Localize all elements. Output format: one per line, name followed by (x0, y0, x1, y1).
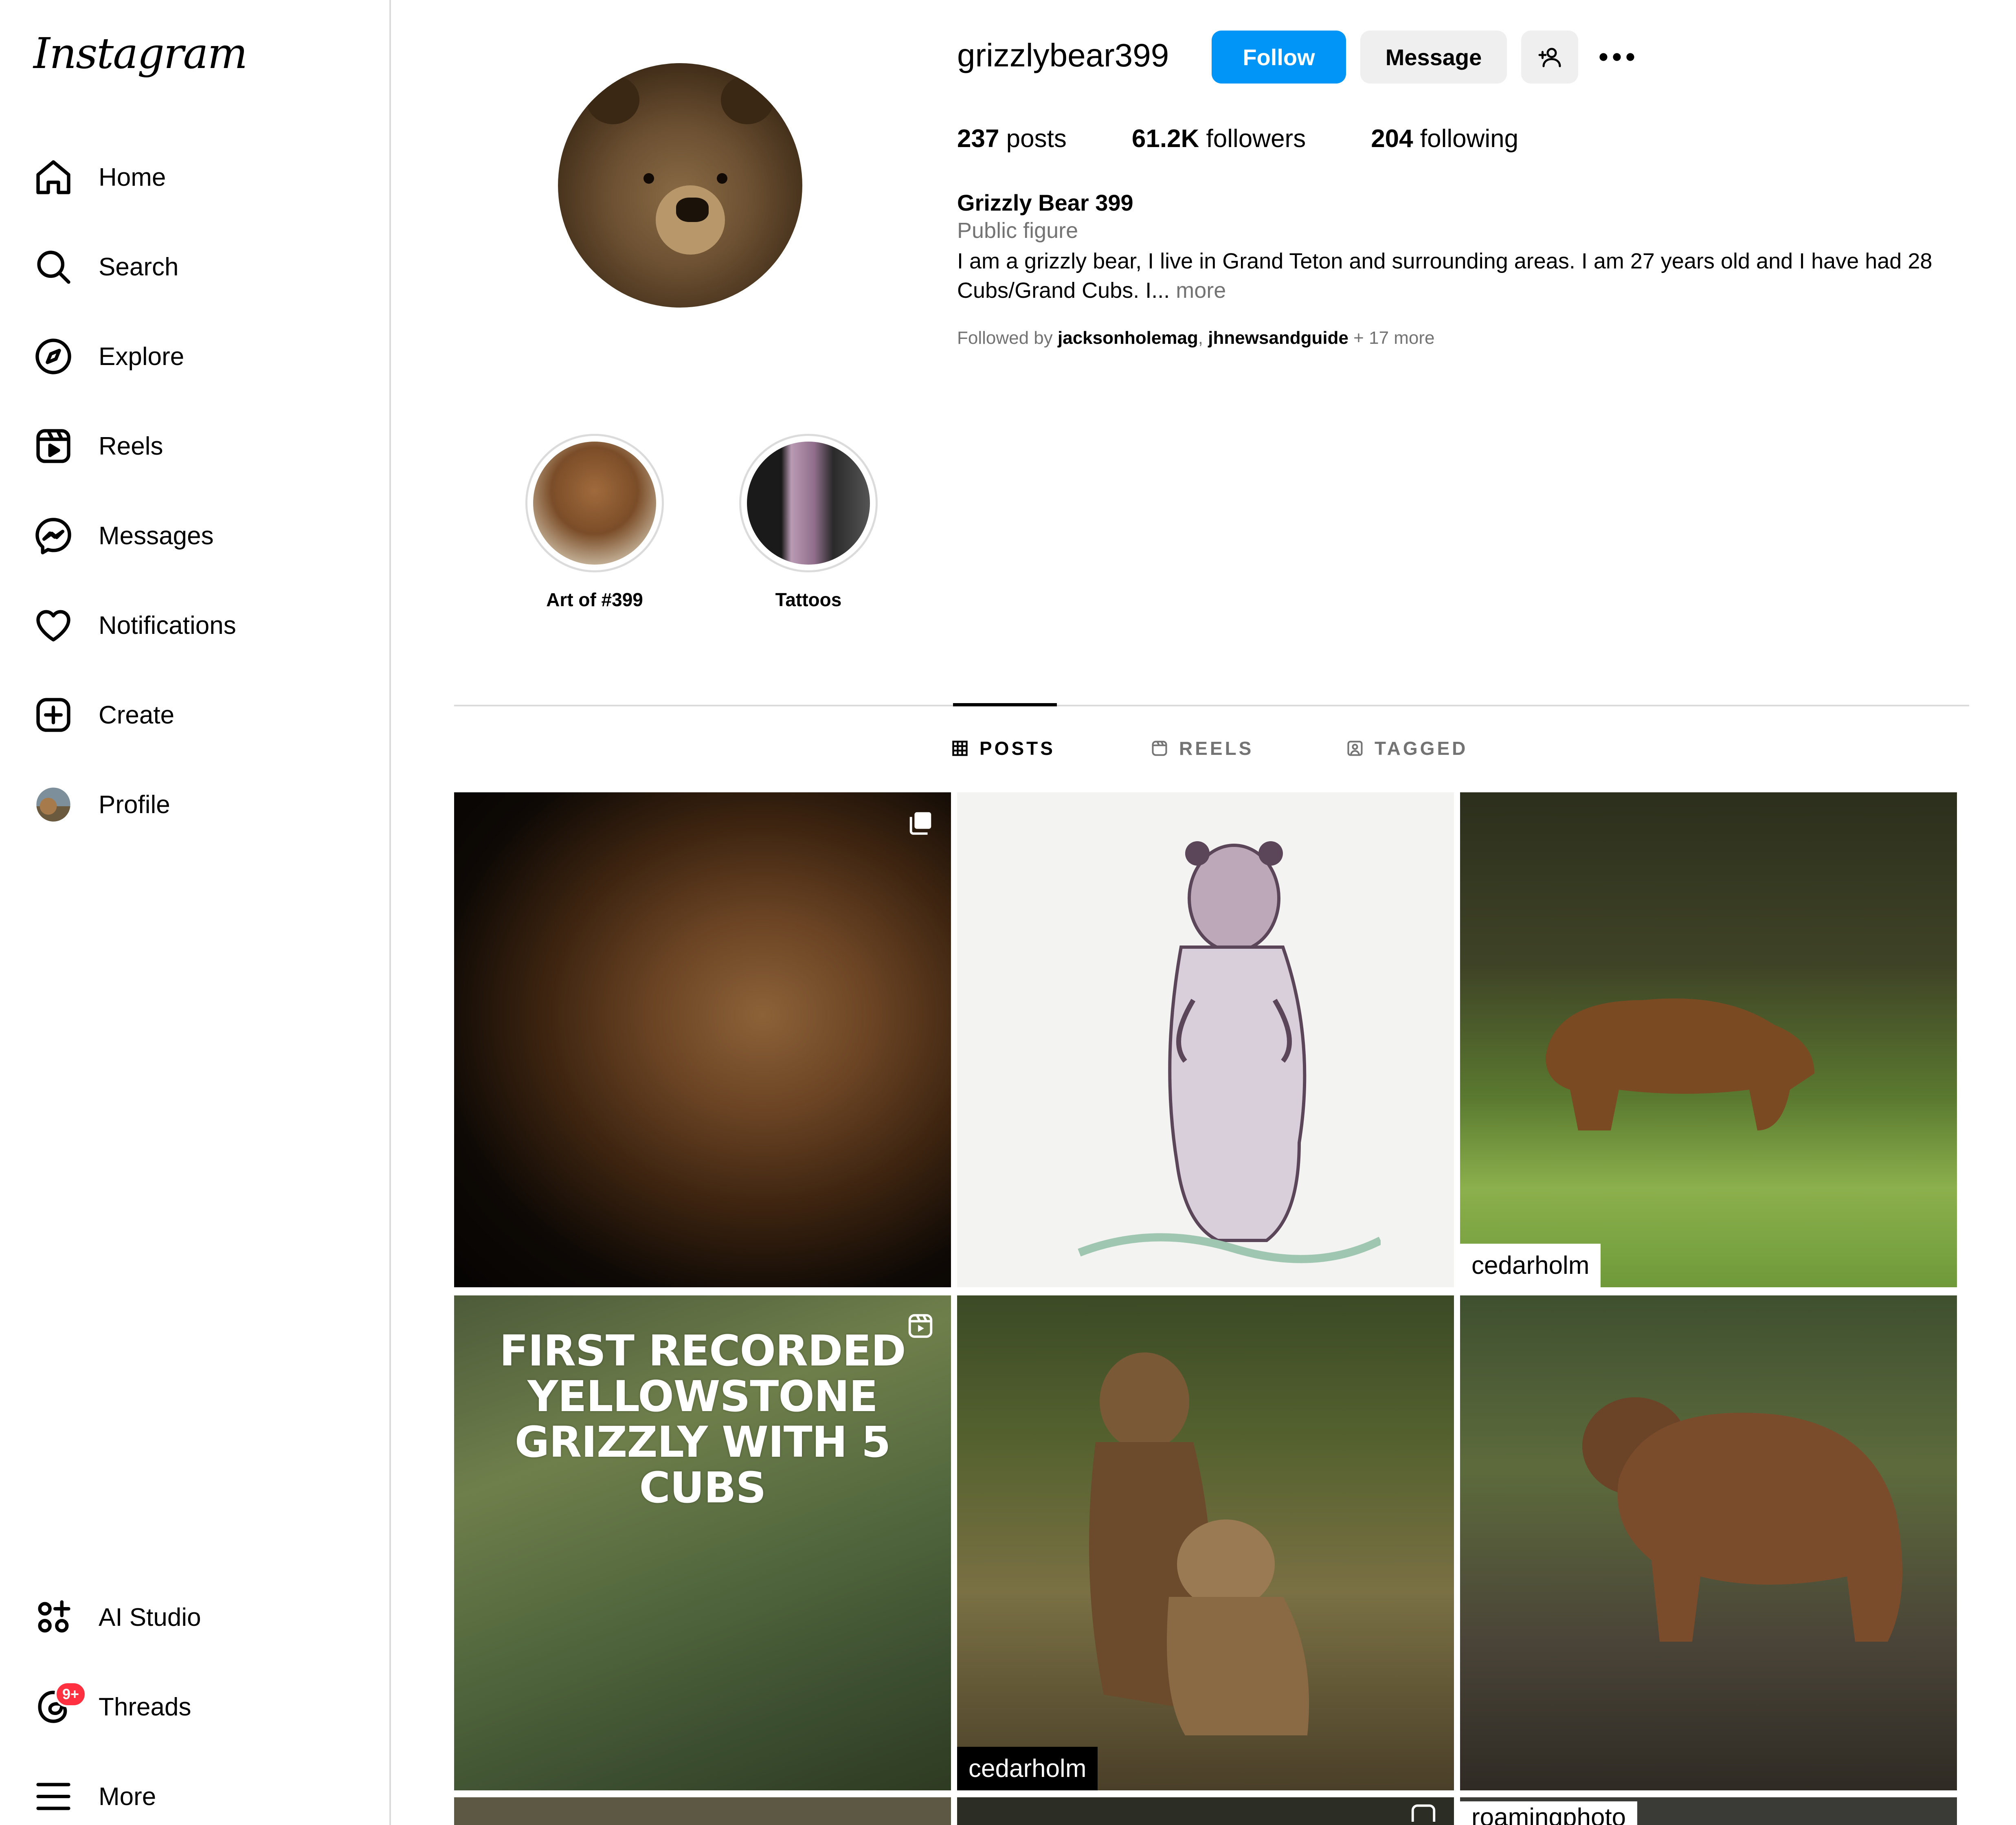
post-thumbnail[interactable]: cedarholm (957, 1295, 1454, 1790)
sidebar-item-label: Profile (99, 790, 170, 819)
avatar-eye (643, 173, 654, 184)
sidebar-item-label: Create (99, 701, 175, 729)
grid-icon (951, 739, 969, 757)
add-user-icon (1537, 45, 1562, 69)
highlight-ring (525, 434, 664, 572)
ai-studio-icon (31, 1595, 76, 1640)
post-thumbnail[interactable] (454, 792, 951, 1287)
profile-username: grizzlybear399 (957, 37, 1169, 73)
post-thumbnail[interactable]: FIRST RECORDED YELLOWSTONE GRIZZLY WITH … (454, 1295, 951, 1790)
bear-sketch (1078, 841, 1381, 1263)
bio-more-link[interactable]: more (1170, 278, 1226, 303)
reel-icon (908, 1314, 933, 1338)
highlight-tattoos[interactable]: Tattoos (739, 434, 878, 611)
following-link[interactable]: 204 following (1371, 124, 1518, 153)
reel-icon (1411, 1804, 1436, 1822)
sidebar-item-label: Home (99, 163, 166, 191)
instagram-logo[interactable]: Instagram (33, 29, 248, 78)
tab-posts[interactable]: POSTS (951, 737, 1055, 759)
post-thumbnail[interactable] (957, 792, 1454, 1287)
sidebar-item-label: AI Studio (99, 1603, 201, 1632)
suggested-accounts-button[interactable] (1521, 31, 1578, 84)
highlight-ring (739, 434, 878, 572)
search-icon (31, 244, 76, 289)
sidebar: Instagram Home Search Explore Reels Mess… (0, 0, 391, 1825)
reels-icon (31, 424, 76, 468)
profile-full-name: Grizzly Bear 399 (957, 190, 1133, 215)
sidebar-item-reels[interactable]: Reels (31, 418, 373, 475)
tab-reels[interactable]: REELS (1151, 737, 1254, 759)
photo-watermark: cedarholm (957, 1747, 1098, 1790)
follow-button[interactable]: Follow (1212, 31, 1346, 84)
post-thumbnail[interactable] (1460, 1295, 1957, 1790)
sidebar-item-label: Search (99, 253, 179, 281)
highlight-cover (747, 442, 870, 565)
sidebar-item-label: Threads (99, 1693, 191, 1721)
active-tab-indicator (953, 703, 1057, 706)
threads-icon: 9+ (31, 1681, 87, 1729)
compass-icon (31, 334, 76, 379)
tagged-icon (1346, 739, 1364, 757)
post-thumbnail[interactable] (957, 1797, 1454, 1825)
sidebar-item-label: Messages (99, 521, 214, 550)
sidebar-item-create[interactable]: Create (31, 686, 373, 743)
bears-shape (1089, 1352, 1309, 1735)
messenger-icon (31, 513, 76, 558)
avatar-eye (717, 173, 727, 184)
tabs-divider (454, 705, 1969, 706)
photo-watermark: roamingphoto (1460, 1801, 1638, 1825)
hamburger-icon (31, 1774, 76, 1819)
profile-category: Public figure (957, 218, 1078, 243)
sidebar-item-ai-studio[interactable]: AI Studio (31, 1589, 373, 1646)
notification-badge: 9+ (55, 1681, 87, 1707)
avatar-ear (586, 75, 639, 124)
sidebar-item-label: Notifications (99, 611, 236, 640)
highlight-label: Art of #399 (546, 589, 643, 610)
highlight-label: Tattoos (775, 589, 842, 610)
more-options-button[interactable] (1590, 31, 1643, 84)
home-icon (31, 155, 76, 200)
highlight-art-of-399[interactable]: Art of #399 (525, 434, 664, 611)
sidebar-item-messages[interactable]: Messages (31, 507, 373, 564)
heart-icon (31, 603, 76, 648)
avatar-nose (676, 198, 709, 222)
post-overlay-text: FIRST RECORDED YELLOWSTONE GRIZZLY WITH … (499, 1326, 906, 1513)
sidebar-item-home[interactable]: Home (31, 149, 373, 206)
photo-watermark: cedarholm (1460, 1244, 1601, 1287)
sidebar-item-threads[interactable]: 9+ Threads (31, 1678, 373, 1735)
plus-square-icon (31, 693, 76, 737)
posts-count: 237 posts (957, 125, 1067, 153)
avatar-ear (721, 75, 774, 124)
profile-avatar (31, 782, 76, 827)
sidebar-item-notifications[interactable]: Notifications (31, 597, 373, 654)
bear-shape (1582, 1397, 1902, 1642)
message-button[interactable]: Message (1360, 31, 1507, 84)
profile-avatar-large[interactable] (558, 63, 802, 308)
profile-bio: I am a grizzly bear, I live in Grand Tet… (957, 249, 1933, 303)
sidebar-item-search[interactable]: Search (31, 238, 373, 295)
post-thumbnail[interactable] (454, 1797, 951, 1825)
post-thumbnail[interactable]: cedarholm (1460, 792, 1957, 1287)
sidebar-item-more[interactable]: More (31, 1768, 373, 1825)
sidebar-item-label: More (99, 1782, 156, 1811)
followed-by[interactable]: Followed by jacksonholemag, jhnewsandgui… (957, 328, 1435, 348)
post-thumbnail[interactable]: roamingphoto (1460, 1797, 1957, 1825)
sidebar-item-label: Reels (99, 432, 163, 460)
followers-link[interactable]: 61.2K followers (1132, 124, 1306, 153)
reels-icon (1151, 739, 1168, 757)
profile-stats: 237 posts 61.2K followers 204 following (957, 124, 1583, 153)
more-horizontal-icon (1599, 51, 1635, 63)
bear-shape (1546, 998, 1814, 1130)
carousel-icon (909, 812, 931, 835)
sidebar-item-label: Explore (99, 342, 184, 371)
highlight-cover (533, 442, 656, 565)
sidebar-item-profile[interactable]: Profile (31, 776, 373, 833)
sidebar-item-explore[interactable]: Explore (31, 328, 373, 385)
tab-tagged[interactable]: TAGGED (1346, 737, 1468, 759)
